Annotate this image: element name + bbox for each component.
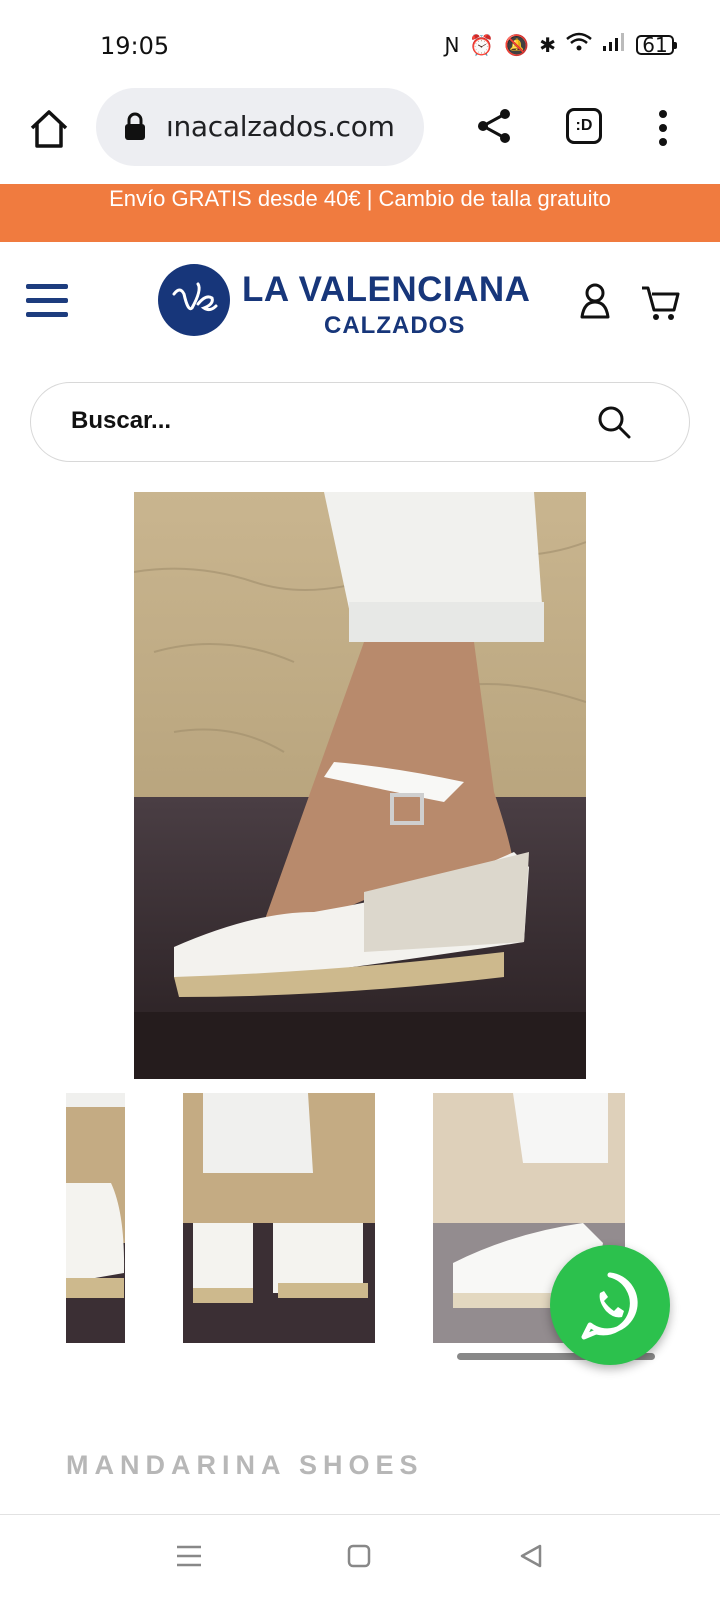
logo-subtitle[interactable]: CALZADOS — [324, 312, 465, 340]
site-header: LA VALENCIANA CALZADOS — [0, 242, 720, 362]
wifi-icon — [566, 32, 592, 57]
status-time: 19:05 — [100, 32, 170, 60]
signal-icon — [602, 32, 626, 57]
product-thumbnail[interactable] — [66, 1093, 125, 1343]
nfc-icon: Ɲ — [444, 32, 460, 57]
status-icons: Ɲ ⏰ 🔕 ✱ 61 — [444, 32, 677, 57]
home-icon — [30, 110, 68, 148]
back-icon[interactable] — [518, 1543, 544, 1569]
logo-mark-icon — [172, 282, 218, 312]
recent-apps-icon[interactable] — [174, 1543, 204, 1569]
home-nav-icon[interactable] — [346, 1543, 372, 1569]
bluetooth-icon: ✱ — [539, 32, 556, 57]
product-thumbnail[interactable] — [183, 1093, 375, 1343]
share-icon — [478, 109, 510, 143]
mute-icon: 🔕 — [504, 32, 530, 57]
browser-toolbar: ınacalzados.com :D — [0, 88, 720, 184]
user-icon — [580, 283, 610, 319]
alarm-icon: ⏰ — [469, 32, 495, 57]
lock-icon — [125, 112, 145, 140]
search-placeholder: Buscar... — [71, 407, 172, 434]
browser-menu-button[interactable] — [652, 106, 674, 150]
battery-icon: 61 — [636, 34, 677, 55]
whatsapp-button[interactable] — [550, 1245, 670, 1365]
search-icon[interactable] — [597, 405, 631, 439]
cart-icon — [642, 286, 680, 320]
more-vert-icon — [659, 110, 667, 146]
cart-button[interactable] — [640, 284, 680, 322]
system-nav-bar — [0, 1514, 720, 1600]
share-button[interactable] — [474, 106, 514, 146]
address-bar[interactable]: ınacalzados.com — [96, 88, 424, 166]
account-button[interactable] — [578, 282, 612, 320]
status-bar: 19:05 Ɲ ⏰ 🔕 ✱ 61 — [0, 0, 720, 88]
logo-mark[interactable] — [158, 264, 230, 336]
promo-banner: Envío GRATIS desde 40€ | Cambio de talla… — [0, 184, 720, 242]
url-text: ınacalzados.com — [166, 110, 395, 143]
hamburger-menu-icon[interactable] — [26, 284, 68, 318]
logo-title[interactable]: LA VALENCIANA — [242, 270, 530, 310]
search-input[interactable]: Buscar... — [30, 382, 690, 462]
product-brand[interactable]: MANDARINA SHOES — [66, 1450, 424, 1481]
home-button[interactable] — [26, 106, 72, 152]
tab-switcher-button[interactable]: :D — [566, 108, 602, 144]
product-main-image[interactable] — [134, 492, 586, 1079]
whatsapp-icon — [581, 1272, 638, 1340]
